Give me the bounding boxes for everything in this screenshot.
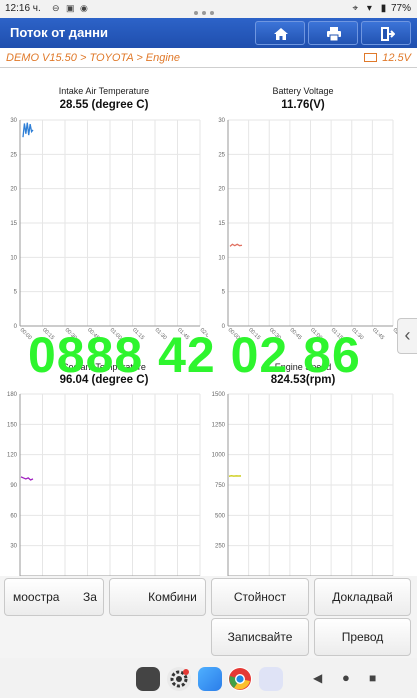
value-button[interactable]: Стойност [211, 578, 309, 616]
y-tick-label: 750 [215, 483, 226, 489]
settings-app-icon[interactable] [167, 667, 191, 691]
y-tick-label: 10 [10, 255, 17, 261]
combine-button[interactable]: Комбини [109, 578, 206, 616]
y-tick-label: 150 [7, 422, 18, 428]
breadcrumb: DEMO V15.50 > TOYOTA > Engine 12.5V [0, 48, 417, 68]
chart-svg: 30252015105000:00 00:15 00:30 00:45 01:00 01:… [218, 118, 405, 341]
app-drawer-icon[interactable] [259, 667, 283, 691]
breadcrumb-path: DEMO V15.50 > TOYOTA > Engine [6, 52, 181, 64]
chevron-left-icon: ‹ [404, 325, 411, 345]
print-button[interactable] [308, 21, 358, 45]
print-icon [327, 27, 341, 42]
page-title: Поток от данни [10, 25, 108, 40]
y-tick-label: 0 [14, 324, 18, 330]
media-icon: ◉ [80, 3, 88, 13]
report-button[interactable]: Докладвай [314, 578, 411, 616]
y-tick-label: 60 [10, 513, 17, 519]
y-tick-label: 30 [10, 544, 17, 550]
app-header: Поток от данни [0, 18, 417, 48]
wifi-icon: ▾ [366, 3, 372, 14]
recents-nav-icon[interactable]: ■ [369, 671, 376, 685]
x-tick-label: 01:45 [371, 327, 385, 341]
series-line [229, 243, 243, 247]
home-nav-icon[interactable]: ● [342, 670, 350, 685]
y-tick-label: 180 [7, 392, 18, 398]
series-line [22, 122, 34, 138]
show-button-label: моостра [13, 590, 60, 604]
y-tick-label: 5 [222, 290, 226, 296]
files-app-icon[interactable] [198, 667, 222, 691]
y-tick-label: 20 [218, 187, 225, 193]
y-tick-label: 1500 [212, 392, 226, 398]
exit-button[interactable] [361, 21, 411, 45]
chart-svg: 30252015105000:00 00:15 00:30 00:45 01:00 01:… [10, 118, 212, 341]
y-tick-label: 15 [218, 221, 225, 227]
chart-value: 11.76(V) [281, 99, 325, 111]
y-tick-label: 1000 [212, 453, 226, 459]
y-tick-label: 120 [7, 453, 18, 459]
chart-coolant-temperature[interactable]: Coolant Temperature 96.04 (degree C) 180… [0, 362, 208, 577]
chart-title: Intake Air Temperature [58, 86, 150, 96]
series-line [20, 476, 34, 481]
chart-value: 28.55 (degree C) [59, 99, 149, 111]
chart-title: Battery Voltage [272, 86, 334, 96]
home-icon [274, 28, 288, 40]
battery-level: 77% [390, 3, 411, 14]
chrome-app-icon[interactable] [228, 667, 252, 691]
phone-watermark: 0888 42 02 86 [28, 327, 361, 383]
chart-plot: 180 150 120 90 60 30 [7, 392, 201, 577]
y-tick-label: 500 [215, 513, 226, 519]
status-time: 12:16 ч. [5, 3, 41, 14]
y-tick-label: 15 [10, 221, 17, 227]
vehicle-battery-icon [364, 53, 377, 62]
back-nav-icon[interactable]: ◀ [313, 671, 322, 685]
translate-button[interactable]: Превод [314, 618, 411, 656]
location-icon: ⌖ [352, 3, 359, 14]
calculator-app-icon[interactable] [136, 667, 160, 691]
chart-plot: 30 25 20 15 10 5 0 00:00 00:15 00:30 00:45 01:00 01:… [10, 118, 212, 341]
gear-icon [170, 669, 189, 688]
action-bar: моостра За Комбини Стойност Докладвай За… [0, 576, 417, 658]
y-tick-label: 25 [218, 152, 225, 158]
y-tick-label: 30 [10, 118, 17, 124]
side-panel-handle[interactable]: ‹ [397, 318, 417, 354]
exit-icon [381, 27, 395, 41]
chart-svg: 1500 1250 1000 750 500 250 [212, 392, 394, 577]
chrome-icon [229, 668, 251, 690]
vehicle-voltage: 12.5V [382, 52, 411, 64]
chart-plot: 30 25 20 15 10 5 0 00:00 00:15 00:30 00:45 01:00 01:… [218, 118, 405, 341]
chart-plot: 1500 1250 1000 750 500 250 [212, 392, 394, 577]
y-tick-label: 30 [218, 118, 225, 124]
chart-engine-speed[interactable]: Engine Speed 824.53(rpm) 1500 1250 1000 750… [208, 362, 398, 577]
chart-svg: 180 150 120 90 60 30 [7, 392, 201, 577]
show-button-label-overflow: За [83, 590, 97, 604]
home-button[interactable] [255, 21, 305, 45]
chart-battery-voltage[interactable]: Battery Voltage 11.76(V) 30 25 20 15 10 5 0 00:… [208, 80, 406, 341]
y-tick-label: 20 [10, 187, 17, 193]
y-tick-label: 10 [218, 255, 225, 261]
y-tick-label: 90 [10, 483, 17, 489]
y-tick-label: 250 [215, 544, 226, 550]
record-button[interactable]: Записвайте [211, 618, 309, 656]
show-button[interactable]: моостра За [4, 578, 104, 616]
pagination-dots [194, 7, 218, 18]
chart-intake-air-temperature[interactable]: Intake Air Temperature 28.55 (degree C) … [0, 80, 213, 341]
notification-icon: ▣ [66, 3, 75, 13]
wifi-calling-icon: ⊖ [52, 3, 60, 13]
y-tick-label: 5 [14, 290, 18, 296]
status-bar: 12:16 ч. ⊖ ▣ ◉ ⌖ ▾ ▮ 77% [0, 0, 417, 18]
battery-icon: ▮ [380, 3, 387, 14]
y-tick-label: 25 [10, 152, 17, 158]
y-tick-label: 1250 [212, 422, 226, 428]
